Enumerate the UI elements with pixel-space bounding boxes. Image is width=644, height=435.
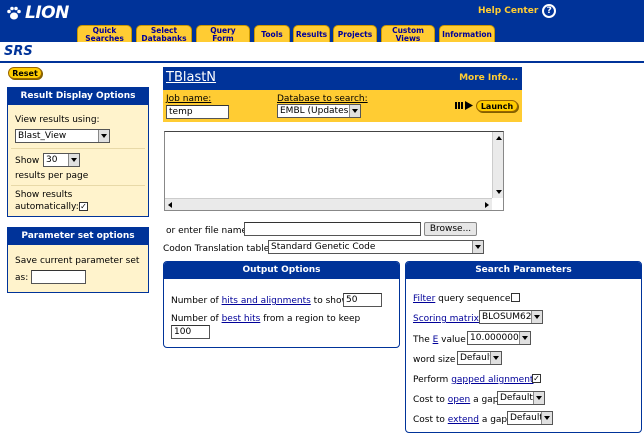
app-title: SRS	[4, 44, 33, 59]
horizontal-scrollbar[interactable]	[165, 198, 492, 210]
results-per-page-label: results per page	[15, 171, 89, 181]
job-name-label[interactable]: Job name:	[166, 94, 211, 104]
chevron-down-icon	[533, 392, 544, 404]
best-hits-label: Number of best hits from a region to kee…	[171, 314, 361, 324]
reset-button[interactable]: Reset	[8, 67, 42, 79]
view-results-select[interactable]: Blast_View	[15, 129, 110, 143]
file-name-input[interactable]	[244, 222, 421, 236]
scroll-right-icon[interactable]	[485, 202, 489, 208]
show-label: Show	[15, 156, 40, 166]
chevron-down-icon	[490, 352, 501, 364]
scoring-matrix-label: Scoring matrix	[413, 314, 479, 324]
divider	[11, 148, 145, 149]
help-center-label: Help Center	[478, 6, 539, 16]
divider	[11, 185, 145, 186]
chevron-down-icon	[349, 105, 360, 117]
chevron-down-icon	[541, 412, 552, 424]
tab-select-databanks[interactable]: Select Databanks	[136, 25, 192, 42]
gap-extend-label: Cost to extend a gap	[413, 415, 508, 425]
sequence-textarea[interactable]	[164, 131, 504, 211]
gap-extend-select[interactable]: Default	[507, 411, 553, 425]
tab-tools[interactable]: Tools	[254, 25, 290, 42]
output-options-title: Output Options	[164, 262, 399, 279]
e-value-label: The E value	[413, 335, 466, 345]
best-hits-link[interactable]: best hits	[222, 314, 261, 324]
more-info-link[interactable]: More Info...	[459, 73, 518, 83]
automatically-label: automatically:	[15, 202, 79, 212]
tool-title-link[interactable]: TBlastN	[166, 70, 216, 85]
parameter-set-options-title: Parameter set options	[8, 228, 148, 245]
tab-custom-views[interactable]: Custom Views	[381, 25, 435, 42]
save-as-label: as:	[15, 273, 29, 283]
browse-button[interactable]: Browse...	[424, 222, 477, 236]
help-icon[interactable]: ?	[542, 4, 557, 18]
chevron-down-icon	[98, 130, 109, 142]
gap-open-select[interactable]: Default	[497, 391, 545, 405]
chevron-down-icon	[472, 241, 483, 253]
word-size-label: word size	[413, 355, 456, 365]
search-parameters-title: Search Parameters	[406, 262, 641, 279]
gap-open-label: Cost to open a gap	[413, 395, 499, 405]
hits-label: Number of hits and alignments to show	[171, 296, 349, 306]
app-title-bar: SRS	[0, 42, 644, 63]
logo-text: LION	[25, 3, 69, 23]
gapped-alignment-checkbox[interactable]: ✓	[532, 374, 541, 383]
filter-label: Filter query sequence	[413, 294, 511, 304]
scoring-matrix-select[interactable]: BLOSUM62	[479, 310, 543, 324]
filter-link[interactable]: Filter	[413, 294, 435, 304]
paw-icon	[7, 6, 21, 20]
scoring-matrix-link[interactable]: Scoring matrix	[413, 314, 479, 324]
gap-extend-link[interactable]: extend	[448, 415, 479, 425]
result-display-options-title: Result Display Options	[8, 88, 148, 105]
results-per-page-select[interactable]: 30	[43, 153, 80, 167]
hits-and-alignments-input[interactable]: 50	[343, 293, 382, 307]
job-name-input[interactable]: temp	[166, 105, 229, 119]
tab-results[interactable]: Results	[293, 25, 330, 42]
chevron-down-icon	[68, 154, 79, 166]
gapped-alignment-link[interactable]: gapped alignment	[451, 375, 533, 385]
show-results-label: Show results	[15, 190, 73, 200]
lion-logo[interactable]: LION	[6, 3, 69, 23]
gapped-alignment-label: Perform gapped alignment	[413, 375, 534, 385]
e-value-select[interactable]: 10.000000	[467, 331, 531, 345]
tool-header: TBlastN More Info...	[163, 67, 522, 90]
arrow-right-icon	[455, 101, 473, 110]
best-hits-input[interactable]: 100	[171, 325, 210, 339]
search-parameters-panel: Search Parameters	[405, 261, 642, 433]
save-parameter-set-label: Save current parameter set	[15, 256, 140, 266]
chevron-down-icon	[531, 311, 542, 323]
database-to-search-label[interactable]: Database to search:	[277, 94, 368, 104]
tab-information[interactable]: Information	[439, 25, 495, 42]
tab-projects[interactable]: Projects	[333, 25, 377, 42]
file-name-label: or enter file name	[166, 226, 248, 236]
word-size-select[interactable]: Default	[457, 351, 502, 365]
gap-open-link[interactable]: open	[448, 395, 470, 405]
top-header: LION Help Center ? Quick Searches Select D…	[0, 0, 644, 42]
scroll-down-icon[interactable]	[496, 190, 502, 194]
codon-table-select[interactable]: Standard Genetic Code	[268, 240, 484, 254]
scroll-up-icon[interactable]	[496, 136, 502, 140]
view-results-label: View results using:	[15, 115, 100, 125]
tab-query-form[interactable]: Query Form	[196, 25, 250, 42]
codon-table-label: Codon Translation table	[163, 244, 270, 254]
tab-quick-searches[interactable]: Quick Searches	[77, 25, 132, 42]
help-center-link[interactable]: Help Center ?	[478, 4, 557, 18]
vertical-scrollbar[interactable]	[492, 132, 503, 198]
scroll-left-icon[interactable]	[168, 202, 172, 208]
filter-checkbox[interactable]	[511, 293, 520, 302]
chevron-down-icon	[519, 332, 530, 344]
launch-button[interactable]: Launch	[476, 100, 518, 112]
show-automatically-checkbox[interactable]: ✓	[79, 202, 88, 211]
save-parameter-set-input[interactable]	[31, 270, 86, 284]
hits-and-alignments-link[interactable]: hits and alignments	[222, 296, 311, 306]
database-select[interactable]: EMBL (Updates)	[277, 104, 361, 118]
